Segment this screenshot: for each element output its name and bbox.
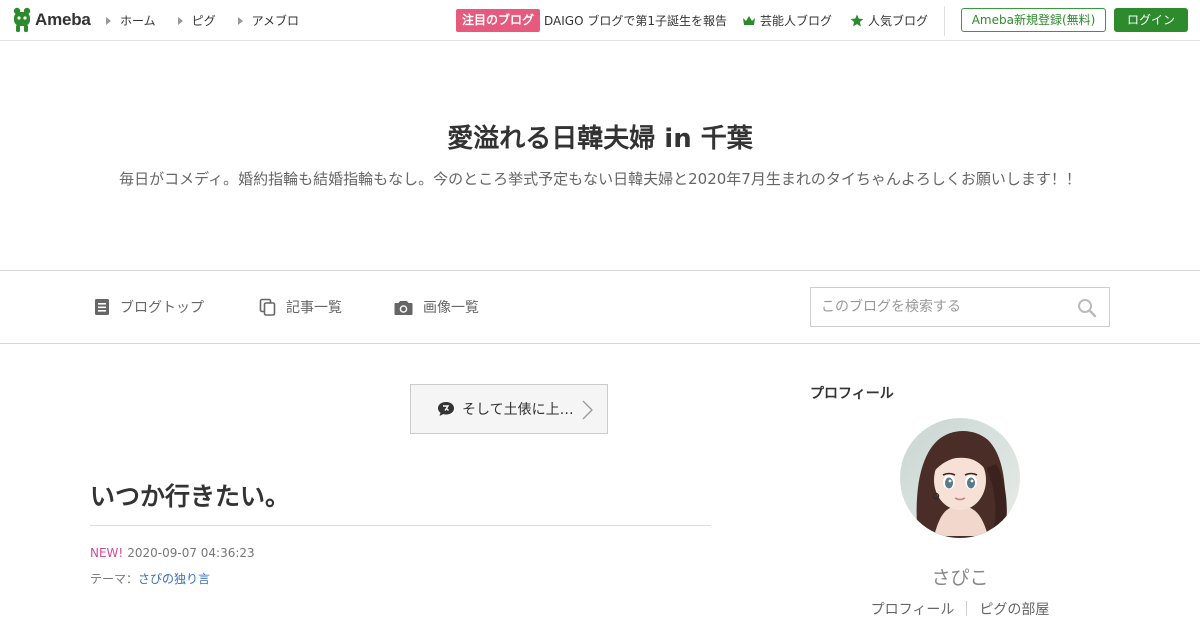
image-list-label: 画像一覧 [423, 300, 479, 316]
notice-link[interactable]: DAIGO ブログで第1子誕生を報告 [544, 12, 727, 29]
speech-bubble-icon [438, 402, 454, 416]
entry-meta: NEW! 2020-09-07 04:36:23 [90, 546, 255, 560]
triangle-right-icon [177, 16, 183, 25]
pigg-room-link[interactable]: ピグの部屋 [979, 599, 1049, 619]
nav-home[interactable]: ホーム [106, 12, 156, 29]
search-icon[interactable] [1077, 298, 1097, 318]
popular-blog-label: 人気ブログ [868, 14, 929, 28]
entry-list-label: 記事一覧 [286, 300, 342, 316]
celebrity-blog-label: 芸能人ブログ [760, 14, 833, 28]
notice-badge: 注目のブログ [456, 9, 541, 32]
nav-home-label: ホーム [120, 14, 156, 28]
theme-link[interactable]: さぴの独り言 [138, 572, 210, 586]
blog-title[interactable]: 愛溢れる日韓夫婦 in 千葉 [0, 118, 1200, 155]
chevron-right-icon [582, 400, 593, 420]
star-icon [850, 14, 864, 27]
crown-icon [743, 16, 755, 25]
link-divider [966, 601, 968, 616]
blog-top-link[interactable]: ブログトップ [94, 297, 204, 317]
camera-icon [394, 300, 413, 315]
entry-datetime: 2020-09-07 04:36:23 [127, 546, 255, 560]
blog-top-label: ブログトップ [120, 300, 204, 316]
blog-search [810, 287, 1110, 327]
entry-list-link[interactable]: 記事一覧 [259, 297, 342, 317]
profile-name[interactable]: さぴこ [810, 563, 1110, 590]
celebrity-blog-link[interactable]: 芸能人ブログ [742, 12, 832, 29]
popular-blog-link[interactable]: 人気ブログ [850, 12, 928, 29]
login-button[interactable]: ログイン [1114, 8, 1188, 32]
header-divider [944, 6, 945, 36]
ameba-logo-icon [13, 7, 31, 32]
register-button[interactable]: Ameba新規登録(無料) [961, 8, 1106, 32]
search-input[interactable] [811, 288, 1071, 326]
global-nav: ホーム ピグ アメブロ [106, 12, 321, 29]
nav-ameblo[interactable]: アメブロ [237, 12, 300, 29]
document-icon [95, 299, 109, 315]
global-header: Ameba ホーム ピグ アメブロ 注目のブログ DAIGO ブログで第1子誕生… [0, 0, 1200, 41]
nav-pigg[interactable]: ピグ [177, 12, 216, 29]
nav-ameblo-label: アメブロ [251, 14, 300, 28]
profile-links: プロフィール ピグの部屋 [810, 599, 1110, 619]
ameba-logo[interactable]: Ameba [12, 7, 91, 33]
profile-heading: プロフィール [810, 386, 894, 402]
triangle-right-icon [237, 16, 243, 25]
logo-text: Ameba [35, 10, 91, 29]
copy-icon [259, 298, 276, 316]
new-badge: NEW! [90, 546, 124, 560]
blog-nav: ブログトップ 記事一覧 画像一覧 [0, 270, 1200, 344]
image-list-link[interactable]: 画像一覧 [394, 297, 479, 317]
theme-label: テーマ： [90, 572, 139, 586]
entry-theme: テーマ：さぴの独り言 [90, 570, 210, 587]
blog-description: 毎日がコメディ。婚約指輪も結婚指輪もなし。今のところ挙式予定もない日韓夫婦と20… [119, 170, 1081, 188]
avatar[interactable] [900, 418, 1020, 538]
nav-pigg-label: ピグ [191, 14, 216, 28]
entry-divider [90, 525, 711, 526]
profile-link[interactable]: プロフィール [871, 599, 955, 619]
prev-entry-button[interactable]: そして土俵に上… [410, 384, 608, 434]
prev-entry-label: そして土俵に上… [462, 402, 574, 418]
entry-title[interactable]: いつか行きたい。 [90, 477, 290, 513]
triangle-right-icon [106, 16, 111, 25]
